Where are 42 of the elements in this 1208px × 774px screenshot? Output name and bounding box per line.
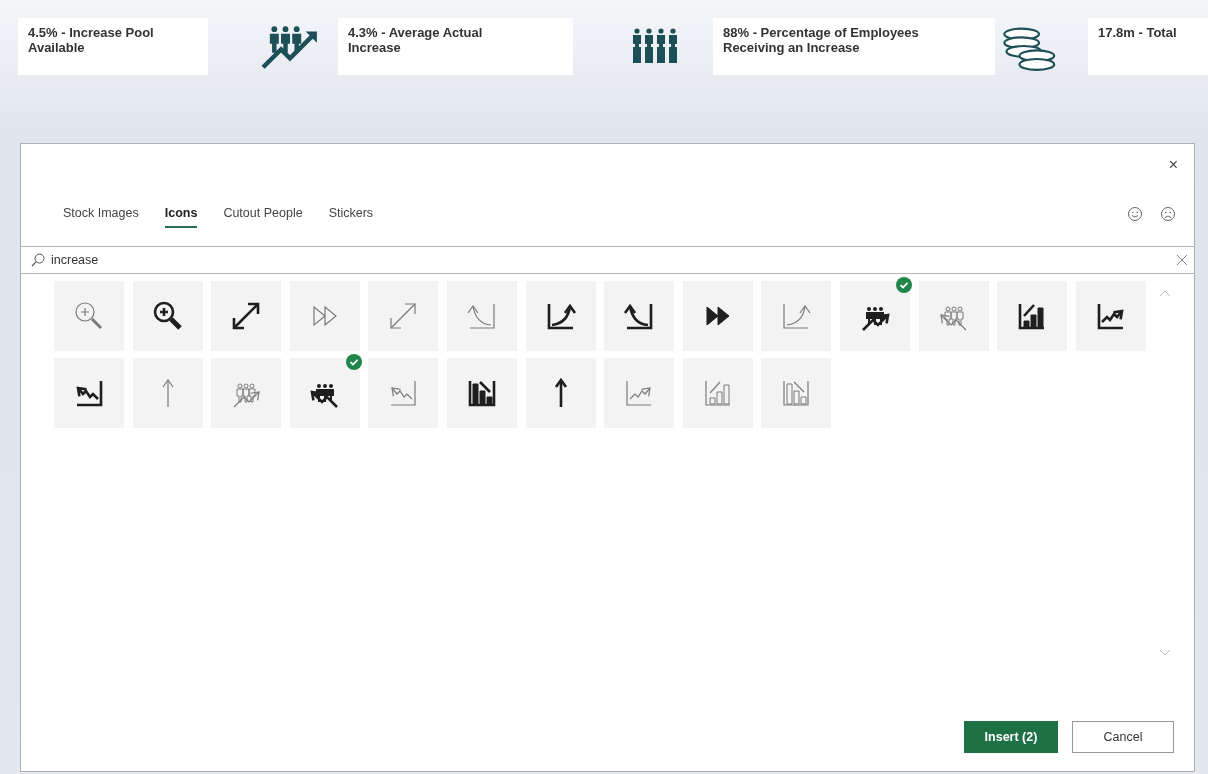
tab[interactable]: Stickers: [328, 199, 374, 229]
kpi-text: 4.5% - Increase Pool Available: [18, 18, 208, 75]
scroll-down-icon: [1159, 649, 1171, 657]
kpi-text: 17.8m - Total: [1088, 18, 1208, 75]
icon-tile[interactable]: [211, 281, 282, 351]
icon-tile[interactable]: [446, 358, 517, 428]
icon-tile[interactable]: [1075, 281, 1146, 351]
tab[interactable]: Cutout People: [223, 199, 303, 229]
icon-tile[interactable]: [368, 281, 439, 351]
icon-tile[interactable]: [54, 281, 124, 351]
icon-tile[interactable]: [682, 358, 753, 428]
scroll-up-icon: [1159, 289, 1171, 297]
icon-tile[interactable]: [525, 358, 596, 428]
icon-tile[interactable]: [604, 358, 675, 428]
icon-tile[interactable]: [604, 281, 675, 351]
clear-icon: [1176, 254, 1188, 266]
kpi-text: 88% - Percentage of Employees Receiving an Increase: [713, 18, 995, 75]
tab[interactable]: Icons: [164, 199, 198, 229]
search-icon: [31, 253, 45, 267]
cancel-button[interactable]: Cancel: [1072, 721, 1174, 753]
icon-tile[interactable]: [368, 358, 439, 428]
icon-tile[interactable]: [761, 358, 832, 428]
check-icon: [345, 354, 362, 370]
icon-tile[interactable]: [132, 358, 203, 428]
kpi-text: 4.3% - Average Actual Increase: [338, 18, 573, 75]
close-button[interactable]: ×: [1160, 148, 1186, 182]
icon-tile[interactable]: [525, 281, 596, 351]
icon-tile[interactable]: [289, 281, 360, 351]
icon-tile[interactable]: [682, 281, 753, 351]
icon-tile[interactable]: [918, 281, 989, 351]
icon-tile[interactable]: [997, 281, 1068, 351]
smiley-icon: [1127, 206, 1143, 222]
icon-tile[interactable]: [54, 358, 124, 428]
icon-tile[interactable]: [446, 281, 517, 351]
tab[interactable]: Stock Images: [63, 199, 139, 229]
icon-tile[interactable]: [132, 281, 203, 351]
search-field[interactable]: increase: [45, 250, 1176, 270]
icon-tile[interactable]: [211, 358, 282, 428]
frown-icon: [1160, 206, 1176, 222]
check-icon: [895, 277, 912, 293]
icon-tile[interactable]: [761, 281, 832, 351]
insert-button[interactable]: Insert (2): [964, 721, 1058, 753]
